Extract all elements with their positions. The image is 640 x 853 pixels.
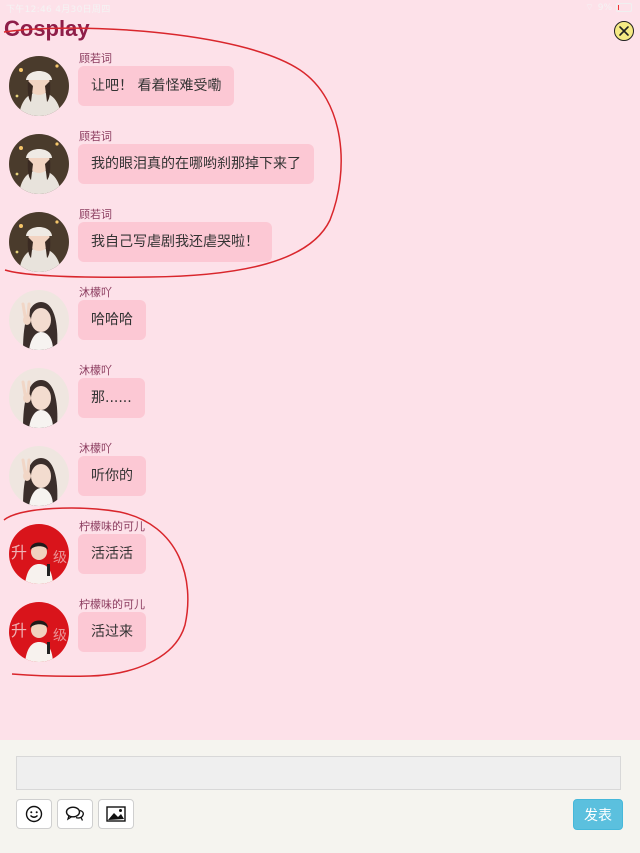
wifi-icon: ⌔ [585, 3, 594, 13]
chat-message: 升级 柠檬味的可儿 活活活 [0, 514, 640, 592]
emoji-button[interactable] [16, 799, 52, 829]
avatar[interactable]: 升级 [9, 602, 69, 662]
chat-message: 顾若词 我的眼泪真的在哪哟刹那掉下来了 [0, 124, 640, 202]
chat-message: 顾若词 让吧！ 看着怪难受嘞 [0, 46, 640, 124]
avatar[interactable] [9, 56, 69, 116]
sender-name[interactable]: 顾若词 [79, 50, 112, 66]
composer: 发表 [0, 740, 640, 853]
avatar[interactable] [9, 212, 69, 272]
avatar[interactable]: 升级 [9, 524, 69, 584]
message-bubble: 那...... [78, 378, 145, 418]
battery-percent: 9% [597, 2, 612, 13]
sender-name[interactable]: 沐檬吖 [79, 284, 112, 300]
svg-text:升: 升 [11, 621, 27, 640]
svg-text:级: 级 [53, 628, 67, 644]
avatar[interactable] [9, 446, 69, 506]
chat-message: 沐檬吖 听你的 [0, 436, 640, 514]
chat-bubbles-icon [65, 806, 84, 821]
message-bubble: 活活活 [78, 534, 146, 574]
sender-name[interactable]: 沐檬吖 [79, 440, 112, 456]
status-time: 下午12:46 [6, 5, 53, 15]
close-button[interactable] [614, 21, 634, 41]
chat-message: 沐檬吖 哈哈哈 [0, 280, 640, 358]
svg-text:级: 级 [53, 550, 67, 566]
chat-bubbles-button[interactable] [57, 799, 93, 829]
message-bubble: 听你的 [78, 456, 146, 496]
status-indicators: ⌔ 9% [585, 2, 632, 13]
sender-name[interactable]: 顾若词 [79, 206, 112, 222]
avatar[interactable] [9, 134, 69, 194]
status-bar: 下午12:46 4月30日周四 ⌔ 9% [0, 0, 640, 16]
emoji-icon [25, 805, 43, 823]
page-title: Cosplay [4, 16, 90, 41]
avatar[interactable] [9, 368, 69, 428]
sender-name[interactable]: 顾若词 [79, 128, 112, 144]
sender-name[interactable]: 柠檬味的可儿 [79, 596, 145, 612]
chat-message: 升级 柠檬味的可儿 活过来 [0, 592, 640, 670]
send-button[interactable]: 发表 [573, 799, 623, 830]
close-icon [619, 26, 629, 36]
svg-text:升: 升 [11, 543, 27, 562]
message-bubble: 我的眼泪真的在哪哟刹那掉下来了 [78, 144, 314, 184]
message-bubble: 我自己写虐剧我还虐哭啦！ [78, 222, 272, 262]
message-bubble: 让吧！ 看着怪难受嘞 [78, 66, 235, 106]
message-bubble: 活过来 [78, 612, 146, 652]
avatar[interactable] [9, 290, 69, 350]
image-icon [106, 806, 126, 822]
chat-message-list[interactable]: 顾若词 让吧！ 看着怪难受嘞 顾若词 我的眼泪真的在哪哟刹那掉下来了 顾若词 我… [0, 46, 640, 670]
message-input[interactable] [16, 756, 621, 790]
sender-name[interactable]: 沐檬吖 [79, 362, 112, 378]
battery-icon [616, 3, 632, 12]
message-bubble: 哈哈哈 [78, 300, 146, 340]
chat-message: 沐檬吖 那...... [0, 358, 640, 436]
status-time-date: 下午12:46 4月30日周四 [6, 2, 111, 15]
status-date: 4月30日周四 [55, 5, 111, 15]
sender-name[interactable]: 柠檬味的可儿 [79, 518, 145, 534]
image-button[interactable] [98, 799, 134, 829]
chat-message: 顾若词 我自己写虐剧我还虐哭啦！ [0, 202, 640, 280]
